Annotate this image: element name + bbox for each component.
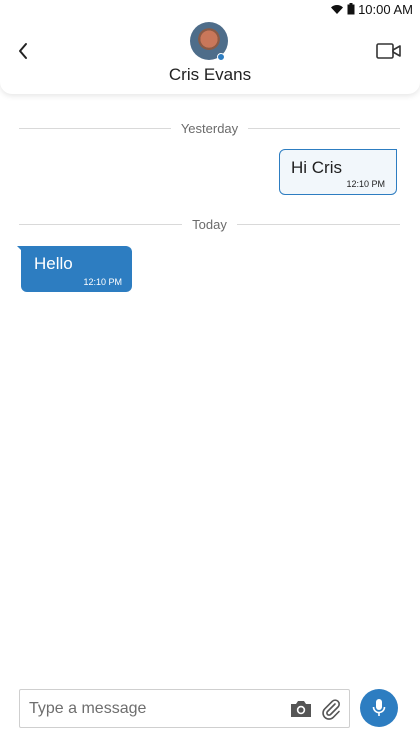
voice-message-button[interactable] <box>360 689 398 727</box>
camera-icon <box>291 701 311 717</box>
message-input[interactable] <box>29 690 279 727</box>
status-time: 10:00 AM <box>358 1 413 17</box>
outgoing-message-bubble[interactable]: Hi Cris 12:10 PM <box>279 149 397 195</box>
avatar[interactable] <box>190 22 228 61</box>
camera-button[interactable] <box>289 699 313 719</box>
battery-icon <box>347 3 355 15</box>
status-bar: 10:00 AM <box>0 0 420 18</box>
online-status-dot <box>217 53 225 61</box>
wifi-icon <box>331 4 344 14</box>
separator-line <box>19 127 171 129</box>
contact-name[interactable]: Cris Evans <box>0 65 420 85</box>
message-text: Hi Cris <box>291 158 342 177</box>
attach-button[interactable] <box>320 698 342 720</box>
chevron-left-icon <box>19 43 27 59</box>
message-text: Hello <box>34 254 73 273</box>
back-button[interactable] <box>12 39 34 63</box>
message-timestamp: 12:10 PM <box>346 179 385 189</box>
date-separator-yesterday: Yesterday <box>19 120 400 136</box>
microphone-icon <box>372 699 386 716</box>
date-separator-today: Today <box>19 216 401 232</box>
bubble-tail <box>17 246 23 252</box>
incoming-message-bubble[interactable]: Hello 12:10 PM <box>17 246 132 292</box>
date-separator-label: Today <box>192 216 227 232</box>
separator-line <box>248 127 400 129</box>
separator-line <box>19 223 183 225</box>
message-composer <box>19 689 350 728</box>
video-camera-icon <box>376 43 401 59</box>
separator-line <box>236 223 401 225</box>
message-timestamp: 12:10 PM <box>83 277 122 287</box>
video-call-button[interactable] <box>376 42 404 62</box>
paperclip-icon <box>322 699 340 720</box>
chat-screen: Cris Evans 10:00 AM Yesterday Hi Cris 12… <box>0 0 420 747</box>
date-separator-label: Yesterday <box>180 120 239 136</box>
